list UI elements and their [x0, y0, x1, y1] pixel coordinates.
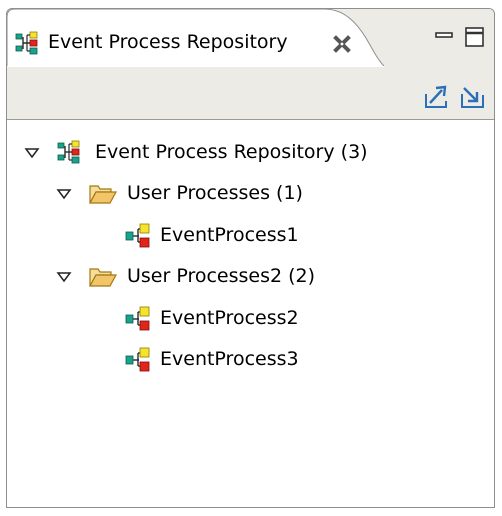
- close-icon[interactable]: [332, 34, 352, 54]
- tree-node-label: Event Process Repository (3): [95, 141, 368, 163]
- process-tree: Event Process Repository (3) User Proces…: [7, 120, 494, 507]
- tree-node-label: User Processes (1): [127, 182, 303, 204]
- chevron-down-icon[interactable]: [56, 186, 72, 202]
- tree-node-process[interactable]: EventProcess2: [7, 302, 487, 336]
- tree-node-folder[interactable]: User Processes2 (2): [7, 260, 487, 294]
- tree-node-label: EventProcess2: [160, 307, 299, 329]
- view-tab-title: Event Process Repository: [48, 31, 288, 53]
- tree-node-root[interactable]: Event Process Repository (3): [7, 136, 487, 170]
- chevron-down-icon[interactable]: [24, 145, 40, 161]
- repository-icon: [57, 140, 80, 164]
- event-process-icon: [125, 347, 150, 372]
- event-process-icon: [125, 223, 150, 248]
- export-icon[interactable]: [423, 84, 451, 110]
- view-tab[interactable]: Event Process Repository: [7, 9, 384, 68]
- tree-node-label: User Processes2 (2): [127, 265, 316, 287]
- tree-node-process[interactable]: EventProcess3: [7, 343, 487, 377]
- import-icon[interactable]: [459, 84, 487, 110]
- view-tab-bar: Event Process Repository: [7, 9, 494, 68]
- event-process-icon: [125, 306, 150, 331]
- tree-node-folder[interactable]: User Processes (1): [7, 177, 487, 211]
- maximize-icon[interactable]: [463, 25, 487, 49]
- tree-node-process[interactable]: EventProcess1: [7, 219, 487, 253]
- chevron-down-icon[interactable]: [56, 269, 72, 285]
- repository-icon: [15, 31, 38, 55]
- folder-open-icon: [89, 185, 117, 204]
- minimize-icon[interactable]: [433, 25, 457, 49]
- folder-open-icon: [89, 268, 117, 287]
- tree-node-label: EventProcess3: [160, 348, 299, 370]
- tree-node-label: EventProcess1: [160, 224, 299, 246]
- view-toolbar: [7, 67, 494, 120]
- event-process-repository-view: Event Process Repository Event Process R…: [6, 8, 495, 508]
